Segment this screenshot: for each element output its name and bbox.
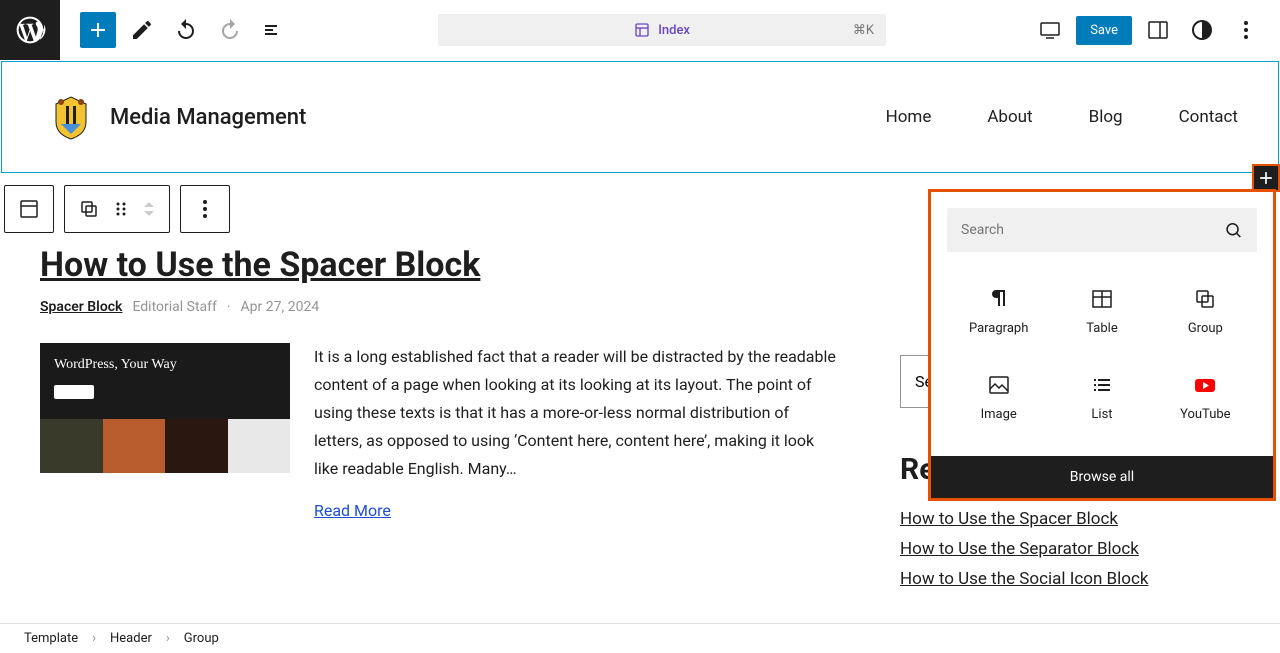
inserter-list[interactable]: List — [1050, 354, 1153, 440]
save-button[interactable]: Save — [1076, 16, 1132, 45]
nav-home[interactable]: Home — [886, 107, 932, 127]
wordpress-logo[interactable] — [0, 0, 60, 60]
more-options-icon[interactable] — [187, 187, 223, 231]
inserter-image[interactable]: Image — [947, 354, 1050, 440]
gallery-strip — [40, 419, 290, 473]
site-brand: Media Management — [42, 88, 306, 146]
recent-post-link[interactable]: How to Use the Social Icon Block — [900, 569, 1200, 589]
inserter-paragraph[interactable]: Paragraph — [947, 268, 1050, 354]
edit-mode-button[interactable] — [124, 12, 160, 48]
recent-posts-list: How to Use the Spacer Block How to Use t… — [900, 509, 1200, 589]
redo-button[interactable] — [212, 12, 248, 48]
topbar-right-tools: Save — [1032, 12, 1264, 48]
template-part-icon[interactable] — [11, 187, 47, 231]
recent-post-link[interactable]: How to Use the Separator Block — [900, 539, 1200, 559]
styles-button[interactable] — [1184, 12, 1220, 48]
browse-all-button[interactable]: Browse all — [931, 456, 1273, 498]
post-content: How to Use the Spacer Block Spacer Block… — [40, 245, 840, 599]
nav-about[interactable]: About — [987, 107, 1032, 127]
move-up-down-icon[interactable] — [135, 187, 163, 231]
options-button[interactable] — [1228, 12, 1264, 48]
site-header-block[interactable]: Media Management Home About Blog Contact — [1, 61, 1279, 173]
post-category[interactable]: Spacer Block — [40, 299, 122, 315]
toolbar-group-3 — [180, 185, 230, 233]
primary-nav: Home About Blog Contact — [886, 107, 1238, 127]
breadcrumb-item[interactable]: Group — [184, 631, 219, 646]
settings-sidebar-button[interactable] — [1140, 12, 1176, 48]
post-meta: Spacer Block Editorial Staff · Apr 27, 2… — [40, 299, 840, 315]
nav-blog[interactable]: Blog — [1089, 107, 1123, 127]
read-more-link[interactable]: Read More — [314, 501, 391, 520]
breadcrumb-item[interactable]: Template — [24, 631, 78, 646]
drag-handle-icon[interactable] — [107, 187, 135, 231]
recent-post-link[interactable]: How to Use the Spacer Block — [900, 509, 1200, 529]
view-button[interactable] — [1032, 12, 1068, 48]
inserter-group[interactable]: Group — [1154, 268, 1257, 354]
toolbar-group-2 — [64, 185, 170, 233]
chevron-right-icon: › — [166, 631, 170, 646]
nav-contact[interactable]: Contact — [1179, 107, 1238, 127]
hero-text: WordPress, Your Way — [54, 357, 177, 373]
block-inserter-panel: Paragraph Table Group Image List YouTube… — [928, 189, 1276, 501]
post-body: WordPress, Your Way It is a long establi… — [40, 343, 840, 520]
document-label: Index — [658, 23, 690, 38]
topbar-left-tools — [60, 12, 292, 48]
group-icon[interactable] — [71, 187, 107, 231]
topbar-center: Index ⌘K — [292, 14, 1032, 46]
document-bar[interactable]: Index ⌘K — [438, 14, 886, 46]
post-excerpt-wrapper: It is a long established fact that a rea… — [314, 343, 840, 520]
topbar: Index ⌘K Save — [0, 0, 1280, 60]
hero-button — [54, 385, 94, 399]
post-featured-image[interactable]: WordPress, Your Way — [40, 343, 290, 473]
post-title[interactable]: How to Use the Spacer Block — [40, 245, 840, 285]
breadcrumb: Template › Header › Group — [0, 623, 1280, 653]
site-logo[interactable] — [42, 88, 100, 146]
undo-button[interactable] — [168, 12, 204, 48]
shortcut-label: ⌘K — [853, 23, 874, 38]
post-date: Apr 27, 2024 — [241, 299, 320, 315]
search-icon — [1224, 220, 1243, 240]
inserter-table[interactable]: Table — [1050, 268, 1153, 354]
inserter-search-input[interactable] — [961, 222, 1224, 238]
inserter-grid: Paragraph Table Group Image List YouTube — [931, 268, 1273, 456]
add-block-button[interactable] — [80, 12, 116, 48]
site-title[interactable]: Media Management — [110, 105, 306, 130]
document-overview-button[interactable] — [256, 12, 292, 48]
chevron-right-icon: › — [92, 631, 96, 646]
breadcrumb-item[interactable]: Header — [110, 631, 152, 646]
post-excerpt: It is a long established fact that a rea… — [314, 343, 840, 483]
append-block-button[interactable] — [1252, 164, 1280, 192]
toolbar-group-1 — [4, 185, 54, 233]
post-author: Editorial Staff — [132, 299, 216, 315]
inserter-youtube[interactable]: YouTube — [1154, 354, 1257, 440]
inserter-search — [947, 208, 1257, 252]
